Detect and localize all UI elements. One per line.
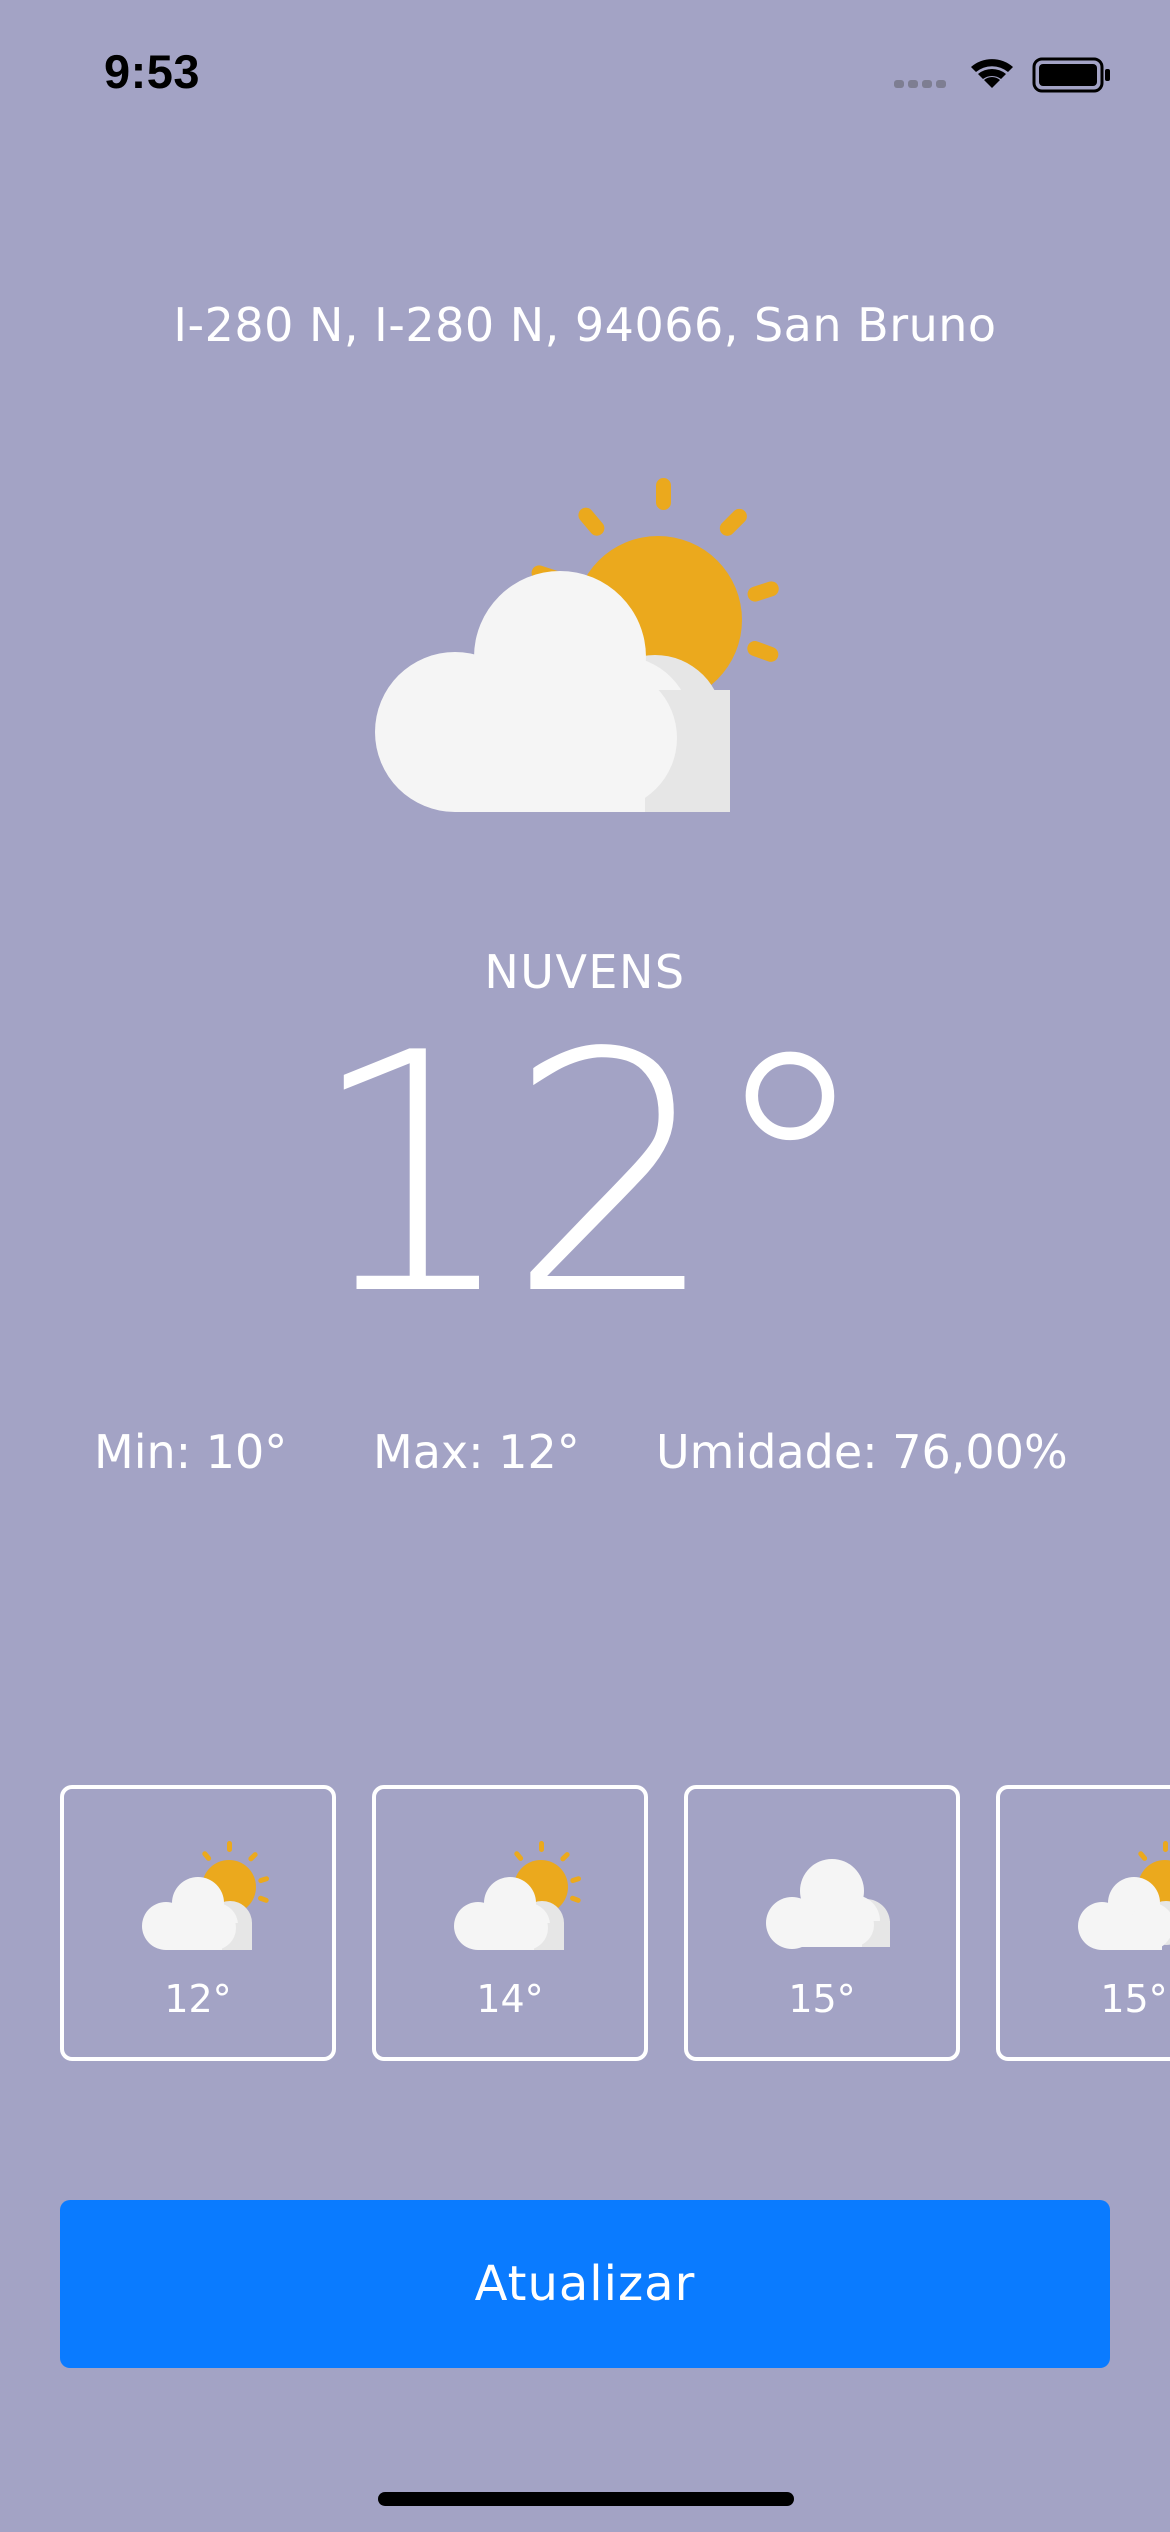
- forecast-card[interactable]: 14°: [372, 1785, 648, 2061]
- home-indicator[interactable]: [378, 2492, 794, 2506]
- partly-cloudy-icon: [1078, 1841, 1170, 1950]
- min-temperature: Min: 10°: [94, 1425, 288, 1479]
- max-temperature: Max: 12°: [373, 1425, 580, 1479]
- status-time: 9:53: [104, 45, 201, 98]
- partly-cloudy-icon: [142, 1841, 270, 1950]
- forecast-temperature: 12°: [164, 1977, 232, 2021]
- battery-icon: [1032, 57, 1110, 93]
- current-temperature: 12°: [307, 983, 873, 1367]
- humidity: Umidade: 76,00%: [656, 1425, 1068, 1479]
- cloud-icon: [766, 1859, 890, 1949]
- forecast-temperature: 15°: [1100, 1977, 1168, 2021]
- forecast-temperature: 14°: [476, 1977, 544, 2021]
- weather-stats: Min: 10° Max: 12° Umidade: 76,00%: [0, 1425, 1170, 1485]
- forecast-card[interactable]: 15°: [684, 1785, 960, 2061]
- status-icons: [894, 54, 1114, 94]
- location-label: I-280 N, I-280 N, 94066, San Bruno: [173, 298, 997, 352]
- wifi-icon: [971, 59, 1013, 88]
- forecast-card[interactable]: 12°: [60, 1785, 336, 2061]
- refresh-button[interactable]: Atualizar: [60, 2200, 1110, 2368]
- forecast-card[interactable]: 15°: [996, 1785, 1170, 2061]
- partly-cloudy-icon: [375, 470, 805, 820]
- forecast-list[interactable]: 12° 14° 15° 15°: [0, 1785, 1170, 2065]
- partly-cloudy-icon: [454, 1841, 582, 1950]
- signal-icon: [894, 80, 946, 88]
- forecast-temperature: 15°: [788, 1977, 856, 2021]
